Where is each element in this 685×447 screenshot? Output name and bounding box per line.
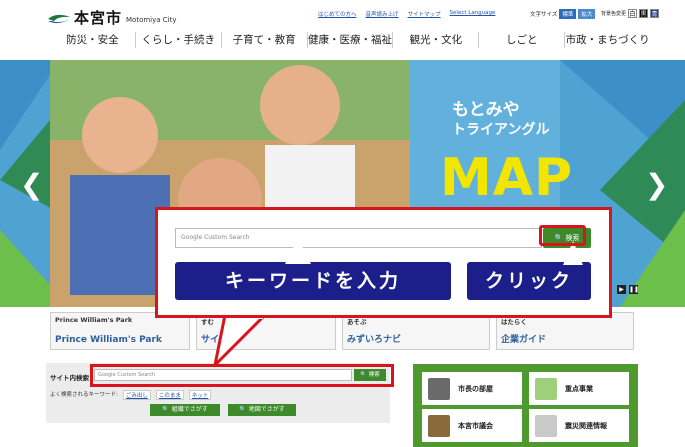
find-by-map-label: 地図でさがす [248, 406, 285, 413]
search-instruction-callout: Google Custom Search 🔍 検索 キーワードを入力 クリック [155, 207, 612, 318]
quick-links-panel: 市長の部屋 重点事業 本宮市議会 震災関連情報 [413, 364, 638, 447]
find-by-map-button[interactable]: 🔍 地図でさがす [228, 404, 296, 416]
quick-link-label: 震災関連情報 [565, 421, 607, 430]
site-header: 本宮市 Motomiya City はじめての方へ 音声読み上げ サイトマップ … [0, 0, 685, 60]
util-link-language[interactable]: Select Language [450, 10, 496, 18]
play-icon[interactable]: ▶ [617, 285, 626, 294]
quick-link-label: 重点事業 [565, 384, 593, 393]
callout-search-input[interactable]: Google Custom Search [175, 228, 542, 248]
background-color-switcher: 背景色変更 白 黒 青 [601, 9, 660, 18]
hero-map-title: もとみや トライアングル [452, 100, 549, 140]
font-size-switcher: 文字サイズ 標準 拡大 [530, 9, 596, 19]
color-blue-button[interactable]: 青 [650, 9, 660, 18]
search-bar-highlight [90, 364, 394, 387]
font-size-standard-button[interactable]: 標準 [559, 9, 577, 19]
color-black-button[interactable]: 黒 [639, 9, 649, 18]
banner-label: Prince William's Park [55, 316, 133, 324]
slider-prev-icon[interactable]: ❮ [20, 168, 43, 201]
banner-title: みずいろナビ [347, 335, 402, 345]
keyword-link[interactable]: ごみ出し [122, 390, 151, 400]
banner-title: Prince William's Park [55, 335, 162, 345]
logo-subtitle: Motomiya City [126, 16, 177, 24]
font-size-label: 文字サイズ [530, 12, 558, 18]
slider-controls: ▶ ❚❚ [617, 285, 639, 294]
slider-next-icon[interactable]: ❯ [645, 168, 668, 201]
hero-title-line1: もとみや [452, 100, 520, 120]
frequent-keywords: よく検索されるキーワード: ごみ出し このまま ネット [50, 390, 212, 400]
util-link-read-aloud[interactable]: 音声読み上げ [366, 10, 399, 18]
hero-title-line2: トライアングル [452, 122, 550, 138]
callout-pointer [213, 315, 268, 367]
mayor-photo [428, 377, 450, 400]
quick-link-label: 市長の部屋 [458, 384, 493, 393]
quick-link-label: 本宮市議会 [458, 421, 493, 430]
nav-item-health[interactable]: 健康・医療・福祉 [306, 32, 393, 48]
nav-item-childcare[interactable]: 子育て・教育 [220, 32, 307, 48]
search-button-highlight [539, 225, 586, 246]
chart-icon [535, 377, 557, 400]
nav-item-city[interactable]: 市政・まちづくり [564, 32, 650, 48]
enter-keyword-instruction: キーワードを入力 [175, 262, 451, 300]
quick-link-priority[interactable]: 重点事業 [529, 372, 629, 405]
find-by-org-button[interactable]: 🔍 組織でさがす [150, 404, 220, 416]
nav-item-living[interactable]: くらし・手続き [134, 32, 221, 48]
arrow-to-input-icon [285, 238, 311, 264]
nav-item-tourism[interactable]: 観光・文化 [392, 32, 478, 48]
font-size-large-button[interactable]: 拡大 [578, 9, 596, 19]
pause-icon[interactable]: ❚❚ [629, 285, 639, 294]
hero-map-logo: MAP [440, 148, 574, 208]
util-link-first-visit[interactable]: はじめての方へ [318, 10, 357, 18]
city-emblem-icon [48, 11, 70, 25]
assembly-photo [428, 414, 450, 437]
click-instruction: クリック [467, 262, 591, 300]
keyword-link[interactable]: ネット [188, 390, 212, 400]
find-by-org-label: 組織でさがす [171, 406, 208, 413]
quick-link-mayor[interactable]: 市長の部屋 [422, 372, 522, 405]
frequent-keywords-label: よく検索されるキーワード: [50, 392, 118, 398]
banner-title: 企業ガイド [501, 335, 547, 345]
site-logo[interactable]: 本宮市 Motomiya City [48, 7, 177, 28]
keyword-link[interactable]: このまま [155, 390, 184, 400]
quick-link-disaster[interactable]: 震災関連情報 [529, 409, 629, 442]
color-white-button[interactable]: 白 [628, 9, 638, 18]
utility-links: はじめての方へ 音声読み上げ サイトマップ Select Language [318, 10, 495, 18]
util-link-sitemap[interactable]: サイトマップ [408, 10, 441, 18]
nav-item-safety[interactable]: 防災・安全 [50, 32, 135, 48]
global-nav: 防災・安全 くらし・手続き 子育て・教育 健康・医療・福祉 観光・文化 しごと … [50, 32, 650, 48]
disaster-photo [535, 414, 557, 437]
quick-link-assembly[interactable]: 本宮市議会 [422, 409, 522, 442]
logo-text: 本宮市 [74, 9, 123, 27]
site-search-label: サイト内検索 [50, 374, 89, 382]
banner-strip: Prince William's Park Prince William's P… [50, 312, 640, 352]
color-label: 背景色変更 [601, 11, 627, 17]
nav-item-work[interactable]: しごと [478, 32, 564, 48]
